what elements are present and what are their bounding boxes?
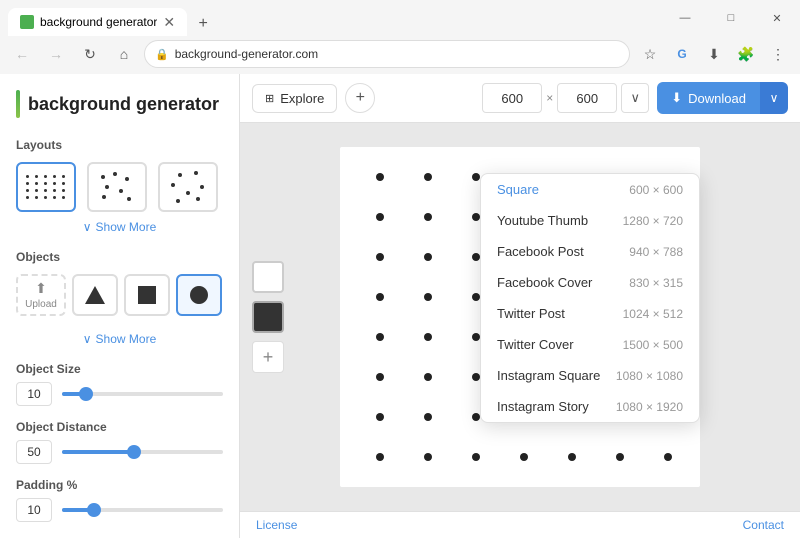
browser-chrome: background generator ✕ + — □ ✕ ← → ↻ ⌂ 🔒… <box>0 0 800 74</box>
layout-dots-grid[interactable] <box>16 162 76 212</box>
layouts-grid <box>16 162 223 212</box>
objects-title: Objects <box>16 250 223 264</box>
active-tab[interactable]: background generator ✕ <box>8 8 187 36</box>
contact-link[interactable]: Contact <box>743 518 784 532</box>
lock-icon: 🔒 <box>155 48 169 61</box>
tab-title: background generator <box>40 15 157 29</box>
browser-icons: ☆ G ⬇ 🧩 ⋮ <box>636 40 792 68</box>
license-link[interactable]: License <box>256 518 297 532</box>
explore-button[interactable]: ⊞ Explore <box>252 84 337 113</box>
close-button[interactable]: ✕ <box>754 0 800 36</box>
home-button[interactable]: ⌂ <box>110 40 138 68</box>
tab-bar: background generator ✕ + — □ ✕ <box>0 0 800 36</box>
objects-section: Objects ⬆ Upload <box>16 250 223 316</box>
footer: License Contact <box>240 511 800 538</box>
layout-dot <box>26 175 29 178</box>
grid-icon: ⊞ <box>265 92 274 105</box>
canvas-area: + <box>240 123 800 511</box>
back-button[interactable]: ← <box>8 40 36 68</box>
download-button[interactable]: ⬇ Download <box>657 82 761 114</box>
object-distance-control: Object Distance 50 <box>16 420 223 464</box>
main-content: ⊞ Explore + × ∨ ⬇ Download ∨ <box>240 74 800 538</box>
download-group: ⬇ Download ∨ <box>657 82 788 114</box>
upload-icon: ⬆ <box>35 280 47 297</box>
layouts-title: Layouts <box>16 138 223 152</box>
padding-slider-control: 10 <box>16 498 223 522</box>
object-size-slider-control: 10 <box>16 382 223 406</box>
dropdown-item-twitter-cover[interactable]: Twitter Cover 1500 × 500 <box>481 329 699 360</box>
dropdown-item-fb-post[interactable]: Facebook Post 940 × 788 <box>481 236 699 267</box>
layout-scattered[interactable] <box>87 162 147 212</box>
maximize-button[interactable]: □ <box>708 0 754 36</box>
add-template-button[interactable]: + <box>345 83 375 113</box>
chevron-down-icon-4: ∨ <box>770 91 779 105</box>
menu-button[interactable]: ⋮ <box>764 40 792 68</box>
dropdown-item-instagram-story[interactable]: Instagram Story 1080 × 1920 <box>481 391 699 422</box>
profile-button[interactable]: G <box>668 40 696 68</box>
black-color-swatch[interactable] <box>252 301 284 333</box>
upload-button[interactable]: ⬆ Upload <box>16 274 66 316</box>
download-dropdown-button[interactable]: ∨ <box>760 82 788 114</box>
dropdown-item-youtube[interactable]: Youtube Thumb 1280 × 720 <box>481 205 699 236</box>
square-shape <box>138 286 156 304</box>
logo-text: background generator <box>28 94 219 115</box>
white-color-swatch[interactable] <box>252 261 284 293</box>
tab-close-button[interactable]: ✕ <box>163 14 175 31</box>
dropdown-item-twitter-post[interactable]: Twitter Post 1024 × 512 <box>481 298 699 329</box>
chevron-down-icon: ∨ <box>83 220 92 234</box>
logo-bar <box>16 90 20 118</box>
canvas-tools: + <box>252 261 284 373</box>
forward-button[interactable]: → <box>42 40 70 68</box>
object-distance-value: 50 <box>16 440 52 464</box>
circle-object[interactable] <box>176 274 222 316</box>
address-bar: ← → ↻ ⌂ 🔒 background-generator.com ☆ G ⬇… <box>0 36 800 74</box>
object-distance-slider[interactable] <box>62 450 223 454</box>
padding-value: 10 <box>16 498 52 522</box>
chevron-down-icon-3: ∨ <box>631 90 641 106</box>
show-more-objects[interactable]: ∨ Show More <box>16 332 223 346</box>
object-distance-slider-control: 50 <box>16 440 223 464</box>
new-tab-button[interactable]: + <box>191 12 215 36</box>
object-size-title: Object Size <box>16 362 223 376</box>
extensions-button[interactable]: 🧩 <box>732 40 760 68</box>
url-bar[interactable]: 🔒 background-generator.com <box>144 40 630 68</box>
sidebar: background generator Layouts <box>0 74 240 538</box>
triangle-shape <box>85 286 105 304</box>
dimension-separator: × <box>546 91 553 105</box>
dimensions-dropdown: Square 600 × 600 Youtube Thumb 1280 × 72… <box>480 173 700 423</box>
dimensions-dropdown-button[interactable]: ∨ <box>621 83 649 113</box>
square-object[interactable] <box>124 274 170 316</box>
width-input[interactable] <box>482 83 542 113</box>
object-distance-title: Object Distance <box>16 420 223 434</box>
show-more-layouts[interactable]: ∨ Show More <box>16 220 223 234</box>
layout-scattered-2[interactable] <box>158 162 218 212</box>
padding-slider[interactable] <box>62 508 223 512</box>
download-icon: ⬇ <box>671 90 682 106</box>
object-size-control: Object Size 10 <box>16 362 223 406</box>
dropdown-item-square[interactable]: Square 600 × 600 <box>481 174 699 205</box>
add-color-button[interactable]: + <box>252 341 284 373</box>
object-size-value: 10 <box>16 382 52 406</box>
window-controls: — □ ✕ <box>662 0 800 36</box>
chevron-down-icon-2: ∨ <box>83 332 92 346</box>
dimension-group: × ∨ <box>482 83 649 113</box>
padding-title: Padding % <box>16 478 223 492</box>
padding-control: Padding % 10 <box>16 478 223 522</box>
app-logo: background generator <box>16 90 223 118</box>
circle-shape <box>190 286 208 304</box>
dropdown-item-fb-cover[interactable]: Facebook Cover 830 × 315 <box>481 267 699 298</box>
download-manager-button[interactable]: ⬇ <box>700 40 728 68</box>
triangle-object[interactable] <box>72 274 118 316</box>
object-size-slider[interactable] <box>62 392 223 396</box>
tab-favicon <box>20 15 34 29</box>
minimize-button[interactable]: — <box>662 0 708 36</box>
url-text: background-generator.com <box>175 47 619 61</box>
objects-grid: ⬆ Upload <box>16 274 223 316</box>
dropdown-item-instagram-square[interactable]: Instagram Square 1080 × 1080 <box>481 360 699 391</box>
bookmark-button[interactable]: ☆ <box>636 40 664 68</box>
height-input[interactable] <box>557 83 617 113</box>
refresh-button[interactable]: ↻ <box>76 40 104 68</box>
toolbar: ⊞ Explore + × ∨ ⬇ Download ∨ <box>240 74 800 123</box>
app: background generator Layouts <box>0 74 800 538</box>
